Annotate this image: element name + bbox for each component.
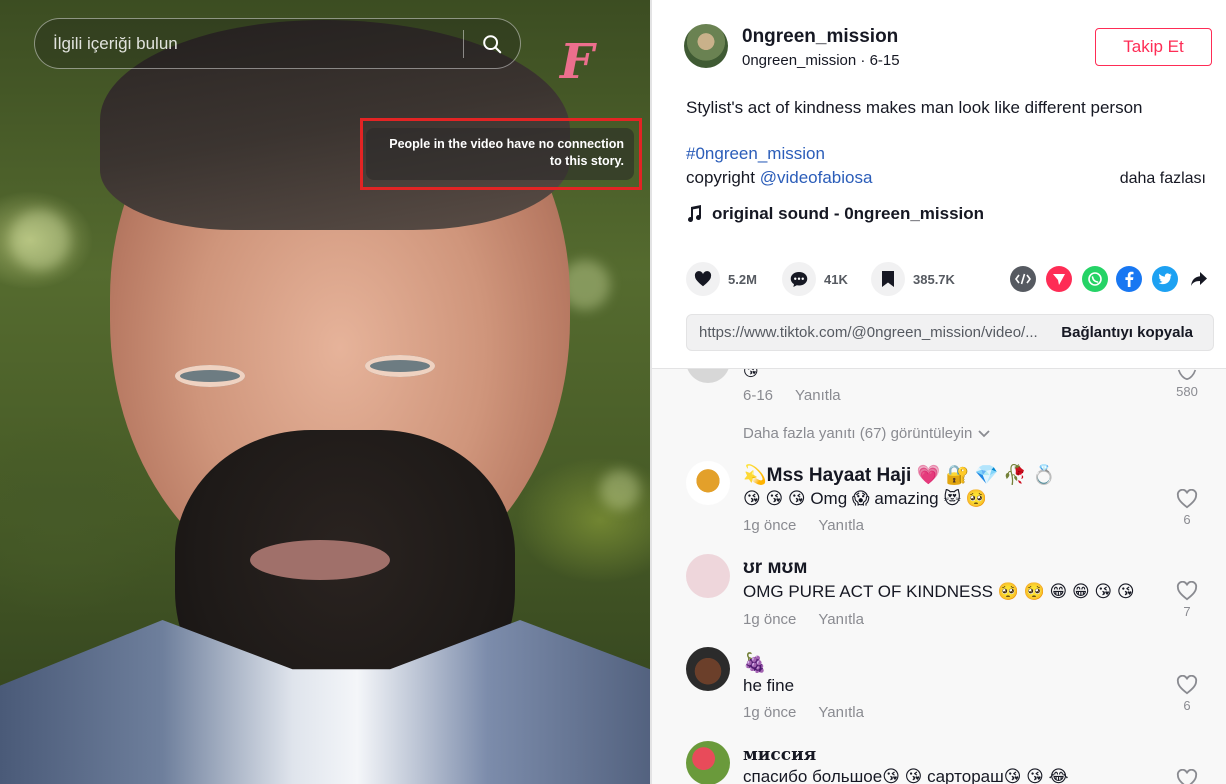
heart-outline-icon (1176, 488, 1198, 509)
comment-date: 6-16 (743, 387, 774, 404)
comment-text: he fine (743, 676, 795, 695)
follow-button[interactable]: Takip Et (1095, 28, 1212, 66)
sound-label: original sound - 0ngreen_mission (712, 204, 985, 223)
reply-link[interactable]: Yanıtla (818, 611, 864, 628)
comment-like-button[interactable] (1172, 768, 1202, 784)
comment-author[interactable]: 🍇 (743, 651, 767, 675)
comment-text: OMG PURE ACT OF KINDNESS 🥺 🥺 😁 😁 😘 😘 (743, 582, 1135, 601)
background-bokeh (600, 470, 640, 510)
avatar[interactable] (686, 461, 730, 505)
see-more-link[interactable]: daha fazlası (1120, 170, 1206, 188)
comment-button[interactable]: 41K (782, 262, 848, 296)
comment-time: 1g önce (743, 704, 797, 721)
heart-outline-icon (1176, 768, 1198, 784)
mention-link[interactable]: @videofabiosa (760, 168, 873, 187)
bookmark-icon (871, 262, 905, 296)
facebook-icon[interactable] (1116, 266, 1142, 292)
highlight-box (360, 118, 642, 190)
comment-like-button[interactable]: 580 (1172, 369, 1202, 399)
comment-count: 41K (824, 271, 848, 287)
comment-like-button[interactable]: 6 (1172, 488, 1202, 527)
avatar[interactable] (686, 369, 730, 383)
comment-author[interactable]: 💫Mss Hayaat Haji 💗 🔐 💎 🥀 💍 (743, 463, 1056, 487)
bookmark-button[interactable]: 385.7K (871, 262, 955, 296)
copyright-line: copyright @videofabiosa (686, 168, 872, 188)
comment-text: 😘 😘 😘 Omg 😱 amazing 😻 🥺 (743, 489, 987, 508)
reply-link[interactable]: Yanıtla (795, 387, 841, 404)
search-button[interactable] (464, 19, 520, 68)
view-more-label: Daha fazla yanıtı (67) görüntüleyin (743, 425, 973, 442)
comment-list[interactable]: 😘 6-16 Yanıtla 580 Daha fazla yanıtı (67)… (652, 368, 1226, 784)
person-eye (365, 355, 435, 377)
avatar[interactable] (686, 554, 730, 598)
comment-meta: 1g önce Yanıtla (743, 517, 864, 534)
avatar[interactable] (686, 647, 730, 691)
search-icon (483, 34, 502, 53)
like-count: 6 (1183, 512, 1191, 527)
twitter-icon[interactable] (1152, 266, 1178, 292)
comment-time: 1g önce (743, 517, 797, 534)
like-count: 5.2M (728, 271, 757, 287)
person-eye (175, 365, 245, 387)
hashtag-link[interactable]: #0ngreen_mission (686, 144, 825, 164)
video-player[interactable]: İlgili içeriği bulun F People in the vid… (0, 0, 650, 784)
action-bar: 5.2M 41K 385.7K (686, 262, 1212, 298)
post-description: Stylist's act of kindness makes man look… (686, 98, 1143, 117)
search-bar[interactable]: İlgili içeriği bulun (34, 18, 521, 69)
username[interactable]: 0ngreen_mission (742, 26, 898, 48)
heart-icon (686, 262, 720, 296)
send-icon[interactable] (1046, 266, 1072, 292)
music-note-icon (688, 205, 702, 223)
comment-author[interactable]: миссия (743, 745, 816, 765)
like-button[interactable]: 5.2M (686, 262, 757, 296)
background-bokeh (10, 210, 70, 270)
user-subline: 0ngreen_mission · 6-15 (742, 52, 900, 69)
bookmark-count: 385.7K (913, 271, 955, 287)
whatsapp-icon[interactable] (1082, 266, 1108, 292)
comment-icon (782, 262, 816, 296)
search-input[interactable]: İlgili içeriği bulun (53, 34, 463, 54)
comment-meta: 1g önce Yanıtla (743, 704, 864, 721)
view-more-replies-link[interactable]: Daha fazla yanıtı (67) görüntüleyin (743, 425, 990, 442)
comment-author[interactable]: ʊr мʊм (743, 557, 807, 579)
copyright-prefix: copyright (686, 168, 760, 187)
comment-text: спасибо большое😘 😘 сартораш😘 😘 😂 (743, 767, 1069, 784)
chevron-down-icon (978, 429, 990, 437)
watermark-logo: F (560, 34, 595, 90)
share-arrow-icon[interactable] (1186, 266, 1212, 292)
like-count: 580 (1176, 384, 1198, 399)
video-url[interactable]: https://www.tiktok.com/@0ngreen_mission/… (687, 324, 1047, 341)
heart-outline-icon (1177, 369, 1197, 381)
post-detail-panel: 0ngreen_mission 0ngreen_mission · 6-15 T… (650, 0, 1226, 784)
embed-icon[interactable] (1010, 266, 1036, 292)
comment-like-button[interactable]: 7 (1172, 580, 1202, 619)
heart-outline-icon (1176, 674, 1198, 695)
sound-link[interactable]: original sound - 0ngreen_mission (686, 204, 984, 224)
avatar[interactable] (686, 741, 730, 784)
avatar[interactable] (684, 24, 728, 68)
comment-meta: 1g önce Yanıtla (743, 611, 864, 628)
comment-time: 1g önce (743, 611, 797, 628)
like-count: 7 (1183, 604, 1191, 619)
person-mouth (250, 540, 390, 580)
like-count: 6 (1183, 698, 1191, 713)
comment-meta: 6-16 Yanıtla (743, 387, 841, 404)
heart-outline-icon (1176, 580, 1198, 601)
reply-link[interactable]: Yanıtla (818, 704, 864, 721)
comment-like-button[interactable]: 6 (1172, 674, 1202, 713)
comment-text: 😘 (743, 368, 759, 380)
reply-link[interactable]: Yanıtla (818, 517, 864, 534)
copy-link-button[interactable]: Bağlantıyı kopyala (1047, 324, 1213, 341)
share-link-bar: https://www.tiktok.com/@0ngreen_mission/… (686, 314, 1214, 351)
post-header: 0ngreen_mission 0ngreen_mission · 6-15 T… (684, 24, 1212, 74)
